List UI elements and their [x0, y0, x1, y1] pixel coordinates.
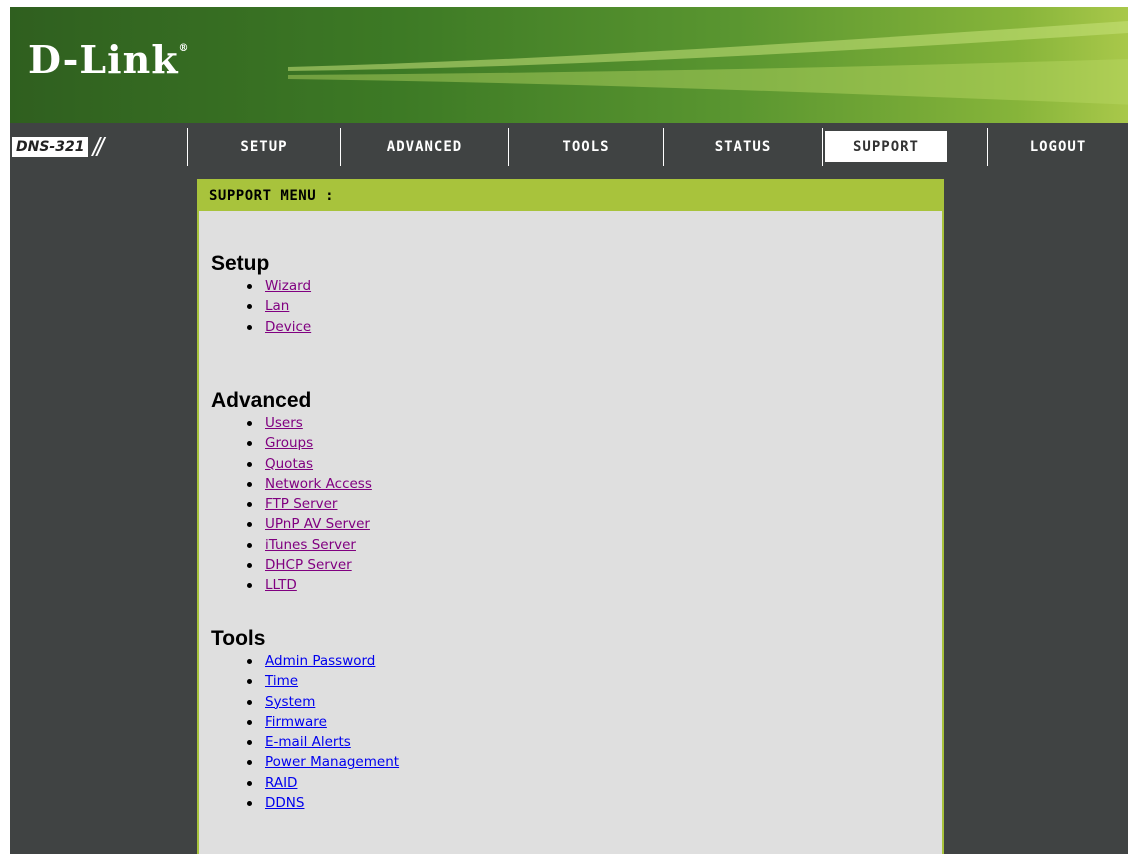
support-menu-title: SUPPORT MENU : [199, 181, 942, 211]
tab-support[interactable]: SUPPORT [825, 131, 947, 162]
tab-status[interactable]: STATUS [663, 128, 822, 166]
list-item: E-mail Alerts [246, 732, 399, 752]
link-users[interactable]: Users [265, 415, 303, 431]
support-menu-panel: SUPPORT MENU : Setup Wizard Lan Device A… [197, 179, 944, 854]
list-item: DDNS [246, 793, 399, 813]
model-badge: DNS-321 // [10, 128, 186, 166]
tab-tools[interactable]: TOOLS [508, 128, 663, 166]
list-item: Network Access [247, 474, 372, 494]
link-quotas[interactable]: Quotas [265, 456, 313, 472]
list-item: Users [247, 413, 372, 433]
nav-bar: DNS-321 // SETUP ADVANCED TOOLS STATUS S… [10, 128, 1128, 166]
section-title-setup: Setup [211, 252, 270, 275]
tab-logout[interactable]: LOGOUT [987, 128, 1128, 166]
link-firmware[interactable]: Firmware [265, 714, 327, 730]
list-item: Power Management [246, 752, 399, 772]
link-lan[interactable]: Lan [265, 298, 289, 314]
list-item: DHCP Server [247, 555, 372, 575]
link-itunes-server[interactable]: iTunes Server [265, 537, 356, 553]
list-item: Firmware [246, 712, 399, 732]
section-title-tools: Tools [211, 627, 266, 650]
page-frame: D-Link® DNS-321 // SETUP ADVANCED TOOLS … [10, 7, 1128, 854]
link-raid[interactable]: RAID [265, 775, 297, 791]
link-system[interactable]: System [265, 694, 315, 710]
section-setup: Setup Wizard Lan Device [211, 252, 311, 337]
link-ddns[interactable]: DDNS [265, 795, 304, 811]
link-dhcp-server[interactable]: DHCP Server [265, 557, 352, 573]
header-banner: D-Link® [10, 7, 1128, 123]
link-admin-password[interactable]: Admin Password [265, 653, 375, 669]
model-name: DNS-321 [12, 137, 89, 157]
link-email-alerts[interactable]: E-mail Alerts [265, 734, 351, 750]
list-item: FTP Server [247, 494, 372, 514]
list-item: Time [246, 671, 399, 691]
section-tools: Tools Admin Password Time System Firmwar… [211, 627, 399, 813]
link-ftp-server[interactable]: FTP Server [265, 496, 337, 512]
link-power-management[interactable]: Power Management [265, 754, 399, 770]
link-wizard[interactable]: Wizard [265, 278, 311, 294]
list-item: RAID [246, 773, 399, 793]
link-groups[interactable]: Groups [265, 435, 313, 451]
section-title-advanced: Advanced [211, 389, 312, 412]
list-item: Groups [247, 433, 372, 453]
list-item: UPnP AV Server [247, 514, 372, 534]
advanced-links: Users Groups Quotas Network Access FTP S… [211, 413, 372, 596]
list-item: LLTD [247, 575, 372, 595]
dlink-logo: D-Link® [28, 37, 190, 82]
list-item: Quotas [247, 454, 372, 474]
model-slashes: // [92, 131, 104, 162]
tab-advanced[interactable]: ADVANCED [340, 128, 508, 166]
link-time[interactable]: Time [265, 673, 298, 689]
link-device[interactable]: Device [265, 319, 311, 335]
section-advanced: Advanced Users Groups Quotas Network Acc… [211, 389, 372, 596]
tab-setup[interactable]: SETUP [187, 128, 340, 166]
banner-swoosh [288, 21, 1128, 105]
list-item: System [246, 692, 399, 712]
tools-links: Admin Password Time System Firmware E-ma… [211, 651, 399, 813]
setup-links: Wizard Lan Device [211, 276, 311, 337]
link-lltd[interactable]: LLTD [265, 577, 297, 593]
list-item: Admin Password [246, 651, 399, 671]
link-network-access[interactable]: Network Access [265, 476, 372, 492]
list-item: Lan [246, 296, 311, 316]
list-item: iTunes Server [247, 535, 372, 555]
list-item: Wizard [246, 276, 311, 296]
list-item: Device [246, 317, 311, 337]
tab-support-wrapper: SUPPORT [822, 128, 987, 166]
link-upnp-av-server[interactable]: UPnP AV Server [265, 516, 370, 532]
